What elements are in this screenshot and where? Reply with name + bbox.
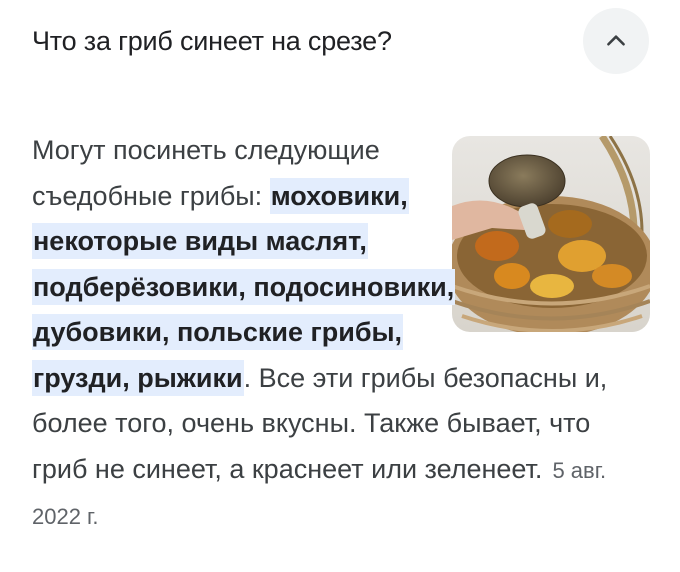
collapse-button[interactable]: [583, 8, 649, 74]
question-title: Что за гриб синеет на срезе?: [32, 26, 392, 56]
image-spacer: [456, 128, 644, 336]
chevron-up-icon: [607, 35, 625, 46]
answer-snippet: Могут посинеть следующие съедобные грибы…: [32, 128, 644, 540]
